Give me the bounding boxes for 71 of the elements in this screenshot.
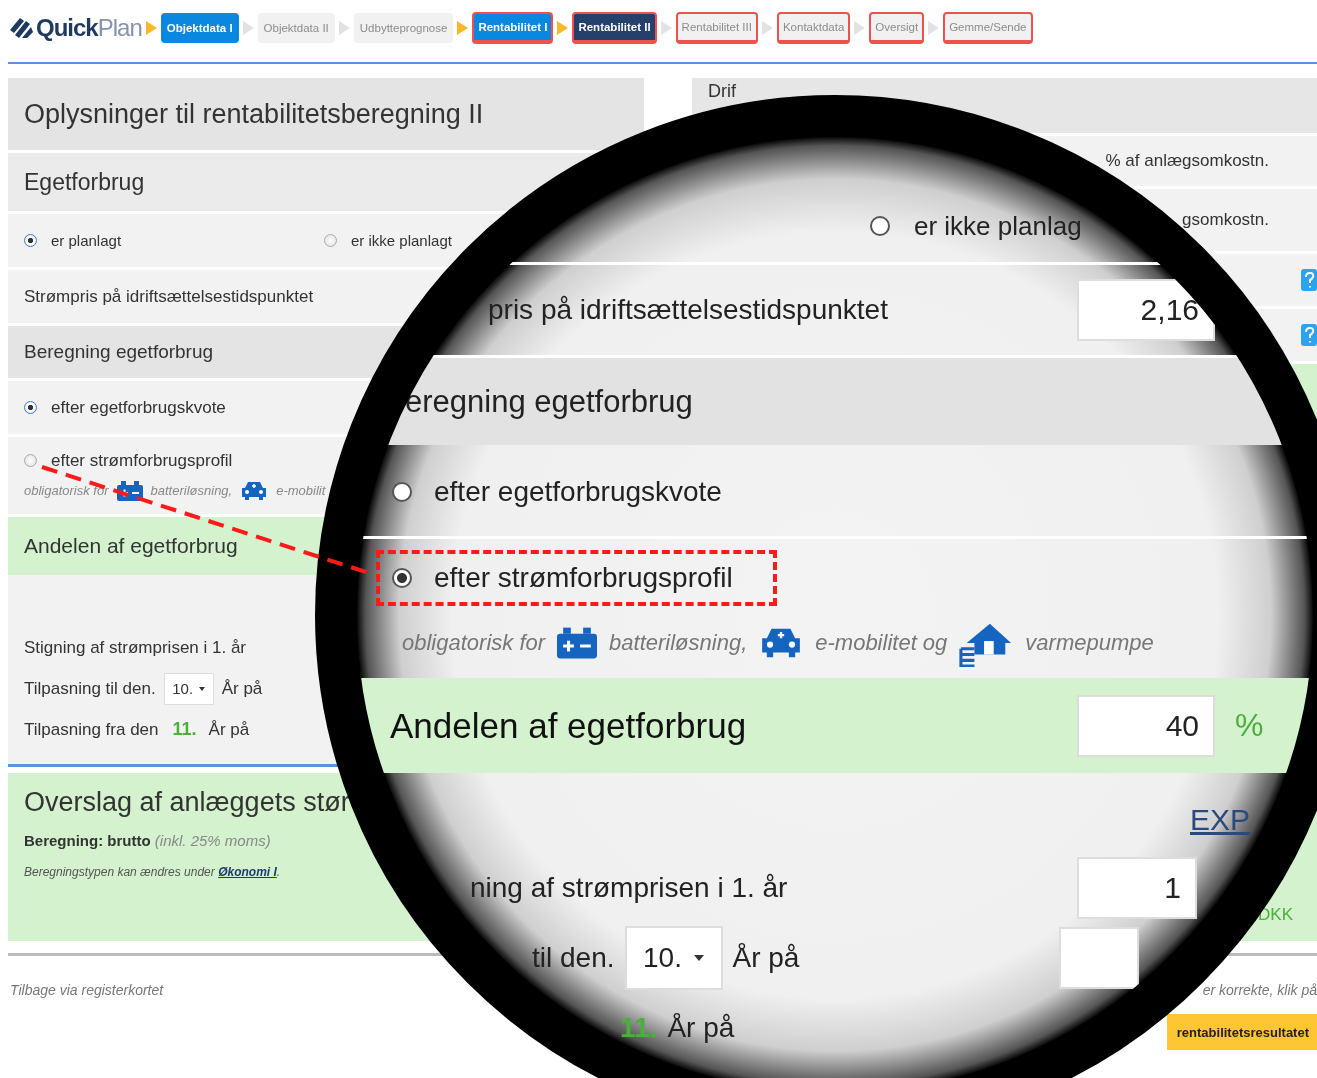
calculation-type: Beregning: brutto (inkl. 25% moms) (24, 832, 272, 849)
step-tab[interactable]: Objektdata I (160, 12, 239, 43)
section-heading: Andelen af egetforbrug (390, 705, 748, 746)
note-text: batteriløsning, (150, 483, 233, 498)
field-label: Stigning af strømprisen i 1. år (24, 637, 247, 658)
price-field[interactable]: 2,16 (1077, 279, 1215, 341)
step-arrow-icon (145, 20, 157, 35)
radio-button[interactable] (392, 567, 412, 588)
radio-option[interactable]: efter egetforbrugskvote (24, 397, 226, 418)
field-label: År på (221, 678, 263, 699)
field-label: til den. (532, 941, 615, 974)
panel-title: Oplysninger til rentabilitetsberegning II (8, 78, 644, 153)
input-field[interactable] (1059, 926, 1140, 989)
note-text: obligatorisk for (24, 483, 109, 498)
radio-button[interactable] (24, 454, 37, 467)
year-dropdown[interactable]: 10. (624, 925, 723, 990)
field-label: Strømpris på idriftsættelsestidspunktet (24, 286, 314, 307)
radio-option[interactable]: er ikke planlagt (324, 232, 452, 249)
year-value: 11. (172, 719, 197, 740)
field-label: År på (208, 719, 250, 740)
help-icon[interactable] (1301, 269, 1317, 291)
step-arrow-icon (928, 20, 940, 35)
step-arrow-icon (761, 20, 773, 35)
hint-text: er korrekte, klik på (1202, 982, 1317, 998)
note-text: e-mobilit (276, 483, 326, 498)
unit-label: gsomkostn. (1182, 210, 1269, 230)
car-icon (240, 480, 269, 501)
share-field[interactable]: 40 (1077, 694, 1215, 757)
option-label: er ikke planlag (914, 210, 1082, 242)
note-text: varmepumpe (1025, 629, 1154, 656)
radio-option[interactable]: efter egetforbrugskvote (376, 464, 766, 520)
radio-button[interactable] (24, 234, 37, 247)
note-text: obligatorisk for (402, 629, 546, 656)
back-hint: Tilbage via registerkortet (10, 982, 164, 998)
unit-label: % (1235, 707, 1264, 744)
unit-label: % af anlægsomkostn. (1105, 151, 1269, 171)
step-arrow-icon (557, 20, 569, 35)
step-arrow-icon (854, 20, 866, 35)
field-label: År på (732, 941, 800, 974)
panel-title: Overslag af anlæggets stør (24, 787, 350, 818)
year-dropdown[interactable]: 10. (163, 672, 214, 705)
result-button[interactable]: rentabilitetsresultatet (1166, 1014, 1317, 1050)
hint-text: Beregningstypen kan ændres under Økonomi I. (24, 865, 282, 879)
stripes-logo-icon (8, 15, 34, 40)
field-label: pris på idriftsættelsestidspunktet (488, 294, 889, 326)
note-text: batteriløsning, (609, 629, 748, 656)
radio-option[interactable]: er planlagt (24, 232, 122, 249)
step-tab[interactable]: Rentabilitet I (472, 11, 554, 44)
rise-field[interactable]: 1 (1077, 856, 1197, 919)
field-label: ning af strømprisen i 1. år (470, 871, 789, 904)
radio-option[interactable]: efter strømforbrugsprofil (376, 549, 777, 606)
radio-button[interactable] (870, 216, 890, 236)
step-arrow-icon (660, 20, 672, 35)
section-heading: eregning egetforbrug (405, 383, 693, 420)
step-tab[interactable]: Rentabilitet II (572, 11, 657, 44)
radio-button[interactable] (392, 482, 412, 502)
year-value: 11. (620, 1011, 658, 1044)
help-icon[interactable] (1301, 324, 1317, 346)
step-arrow-icon (457, 20, 469, 35)
note-text: e-mobilitet og (815, 629, 948, 656)
field-label: År på (667, 1011, 735, 1044)
field-label: Tilpasning til den. (24, 678, 156, 699)
export-link[interactable]: EXP (1190, 803, 1251, 837)
radio-button[interactable] (24, 401, 37, 414)
battery-icon (557, 626, 598, 659)
radio-option[interactable]: efter strømforbrugsprofil (24, 450, 233, 471)
field-label: Tilpasning fra den (24, 719, 159, 740)
radio-button[interactable] (324, 234, 337, 247)
step-arrow-icon (242, 20, 254, 35)
economy-link[interactable]: Økonomi I (218, 865, 277, 879)
step-arrow-icon (338, 20, 350, 35)
